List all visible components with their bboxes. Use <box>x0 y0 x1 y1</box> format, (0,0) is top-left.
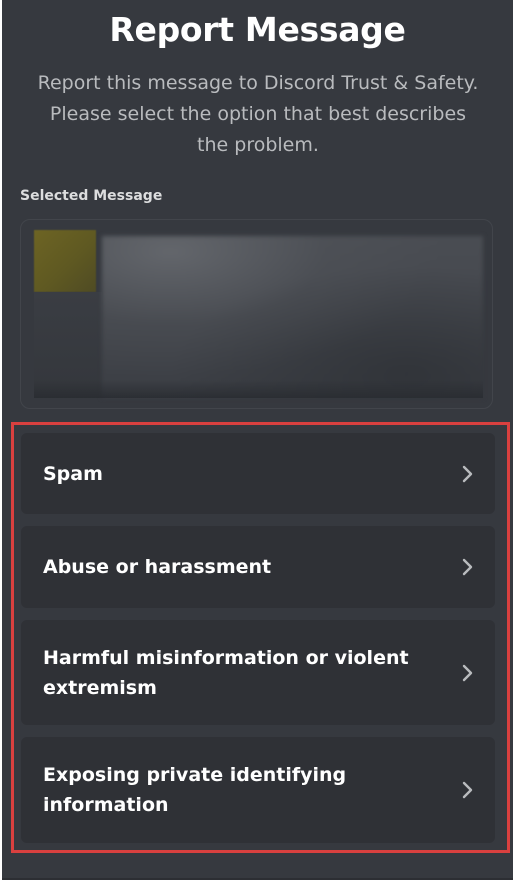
report-message-dialog: Report Message Report this message to Di… <box>2 0 513 880</box>
dialog-title: Report Message <box>109 10 406 49</box>
dialog-subtitle: Report this message to Discord Trust & S… <box>37 72 479 156</box>
message-fade <box>34 380 483 398</box>
selected-message-preview <box>20 219 493 409</box>
selected-message-label: Selected Message <box>20 188 163 204</box>
avatar <box>34 230 96 292</box>
options-highlight-box <box>11 422 510 853</box>
blurred-message-content <box>102 236 483 398</box>
